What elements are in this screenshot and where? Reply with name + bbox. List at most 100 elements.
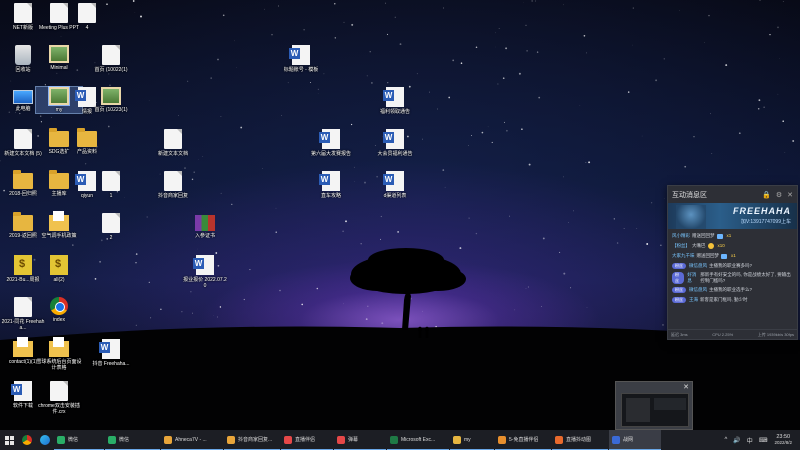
chrome-taskbar-icon[interactable] (18, 430, 36, 450)
gift-icon (721, 253, 727, 259)
clock-date: 2022/8/2 (774, 440, 792, 445)
gift-count: x10 (717, 243, 725, 248)
icon-label: NET新版 (12, 25, 33, 31)
icon-label: 软件下载 (12, 403, 33, 409)
word-icon (99, 339, 120, 359)
task-wechat-2[interactable]: 微信 (105, 430, 160, 450)
icon-new-text[interactable]: 新建文本文档 (150, 129, 196, 157)
icon-2[interactable]: 2 (88, 213, 134, 241)
icon-live-rules[interactable]: 直车攻略 (308, 171, 354, 199)
icon-label: 抖音商家回复 (157, 193, 188, 199)
message-text: 主播我的职业选手么? (709, 287, 753, 292)
task-live-5[interactable]: 5-免直播伴侣 (495, 430, 551, 450)
icon-label: 2019-返回照 (9, 233, 37, 239)
icon-label: 抖音 Freehaha... (92, 361, 130, 367)
icon-label: 报业报价 2022.07.20 (183, 277, 227, 289)
start-button[interactable] (0, 430, 18, 450)
task-live-room[interactable]: 战网 (609, 430, 661, 450)
message-user: 大家九千味 (672, 253, 695, 258)
task-label: 微信 (119, 437, 130, 443)
close-icon[interactable]: ✕ (787, 191, 793, 199)
icon-label: 大会员福利通告 (377, 151, 413, 157)
icon-1[interactable]: 1 (88, 171, 134, 199)
icon-chrome-ext[interactable]: chrome双击安装插件.crx (36, 381, 82, 415)
ime-icon[interactable]: 中 (747, 436, 753, 445)
img-icon (49, 45, 69, 63)
clock[interactable]: 23:50 2022/8/2 (774, 434, 792, 446)
icon-label: 2 (109, 235, 113, 241)
settings-icon[interactable]: ⚙ (776, 191, 782, 199)
latency-text: 延迟 3ms (671, 331, 688, 337)
file-icon (164, 171, 182, 191)
banner-title: FREEHAHA (732, 206, 791, 216)
thumbnail-close-icon[interactable]: ✕ (683, 383, 689, 391)
app-icon (612, 435, 620, 444)
app-icon (164, 435, 172, 444)
task-label: 战网 (623, 437, 634, 443)
icon-first-page-2[interactable]: 首页 (10223(1) (88, 87, 134, 113)
word-icon (383, 87, 404, 107)
panel-banner: FREEHAHA 加V:13917747099上车 (668, 203, 797, 229)
task-label: 5-免直播伴侣 (509, 437, 539, 443)
bank-icon (14, 255, 32, 275)
icon-finance[interactable]: 报业报价 2022.07.20 (182, 255, 228, 289)
edge-taskbar-icon[interactable] (36, 430, 54, 450)
icon-aircon[interactable]: 空气调手机政策 (36, 211, 82, 239)
thumbnail-preview (621, 393, 689, 427)
icon-label: 此电脑 (15, 106, 31, 112)
app-icon (498, 435, 506, 444)
folder-doc-icon (49, 337, 69, 357)
interaction-panel: 互动消息区 🔒 ⚙ ✕ FREEHAHA 加V:13917747099上车 风小… (667, 185, 798, 340)
icon-d-channel[interactable]: d渠道列表 (372, 171, 418, 199)
icon-label: chrome双击安装插件.crx (38, 403, 80, 415)
system-tray: ^ 🔊 中 ⌨ 23:50 2022/8/2 (721, 430, 800, 450)
icon-ecology[interactable]: 雪球系统后台页面设计表格 (36, 337, 82, 371)
word-icon (319, 171, 340, 191)
task-live-helper[interactable]: 直播伴侣 (281, 430, 333, 450)
task-excel[interactable]: Microsoft Exc... (387, 430, 449, 450)
file-icon (164, 129, 182, 149)
icon-douyin-reply[interactable]: 抖音商家回复 (150, 171, 196, 199)
icon-sixth-live[interactable]: 第六届大发赛报告 (308, 129, 354, 157)
message-row: 粉丝 微信盘风 主播我的职业选手么? (668, 285, 797, 295)
task-bullet[interactable]: 弹幕 (334, 430, 386, 450)
task-douyin-reply[interactable]: 抖音商家回复... (224, 430, 280, 450)
task-chrome-live[interactable]: 直播抖动图 (552, 430, 608, 450)
icon-product[interactable]: 产品资料 (64, 128, 110, 155)
icon-all2[interactable]: all(2) (36, 255, 82, 283)
tray-expand-icon[interactable]: ^ (724, 437, 727, 443)
file-icon (14, 297, 32, 317)
icon-cert[interactable]: 入参证书 (182, 213, 228, 239)
thumbnail-block (654, 398, 686, 410)
task-wechat-1[interactable]: 微信 (54, 430, 104, 450)
volume-icon[interactable]: 🔊 (733, 437, 740, 444)
task-my[interactable]: my (450, 430, 494, 450)
message-text: 那新手有好安全的吗, 你是战绩太好了, 要输出控制门槛吗? (700, 272, 791, 283)
lock-icon[interactable]: 🔒 (762, 191, 771, 199)
icon-welfare-notice[interactable]: 福利领取通告 (372, 87, 418, 115)
keyboard-icon[interactable]: ⌨ (759, 437, 768, 444)
icon-label: Minimal (50, 65, 68, 71)
window-thumbnail[interactable]: ✕ (615, 381, 693, 430)
icon-minimal[interactable]: Minimal (36, 45, 82, 71)
icon-label: all(2) (53, 277, 65, 283)
icon-douyin-free[interactable]: 抖音 Freehaha... (88, 339, 134, 367)
icon-index[interactable]: index (36, 297, 82, 323)
icon-label: 第六届大发赛报告 (310, 151, 351, 157)
folder-doc-icon (13, 337, 33, 357)
app-icon (453, 435, 461, 444)
icon-first-page-1[interactable]: 首页 (10022(1) (88, 45, 134, 73)
task-ahnexa[interactable]: Ahneca7V - ... (161, 430, 223, 450)
icon-big-collection[interactable]: 大会员福利通告 (372, 129, 418, 157)
message-text: 新客是家门框吗, 勤少时 (700, 297, 748, 302)
icon-label: contact(1)(1) (8, 359, 38, 365)
icon-4[interactable]: 4 (64, 3, 110, 31)
chrome-icon (50, 297, 68, 315)
file-icon (50, 381, 68, 401)
message-row: 【粉丝】 大嘴巴 x10 (668, 241, 797, 251)
icon-label: 直车攻略 (320, 193, 341, 199)
icon-label: 新建文本文档 (157, 151, 188, 157)
thumbnail-block (626, 398, 650, 422)
windows-icon (4, 435, 14, 445)
icon-title-template[interactable]: 标题账号 - 模板 (278, 45, 324, 73)
